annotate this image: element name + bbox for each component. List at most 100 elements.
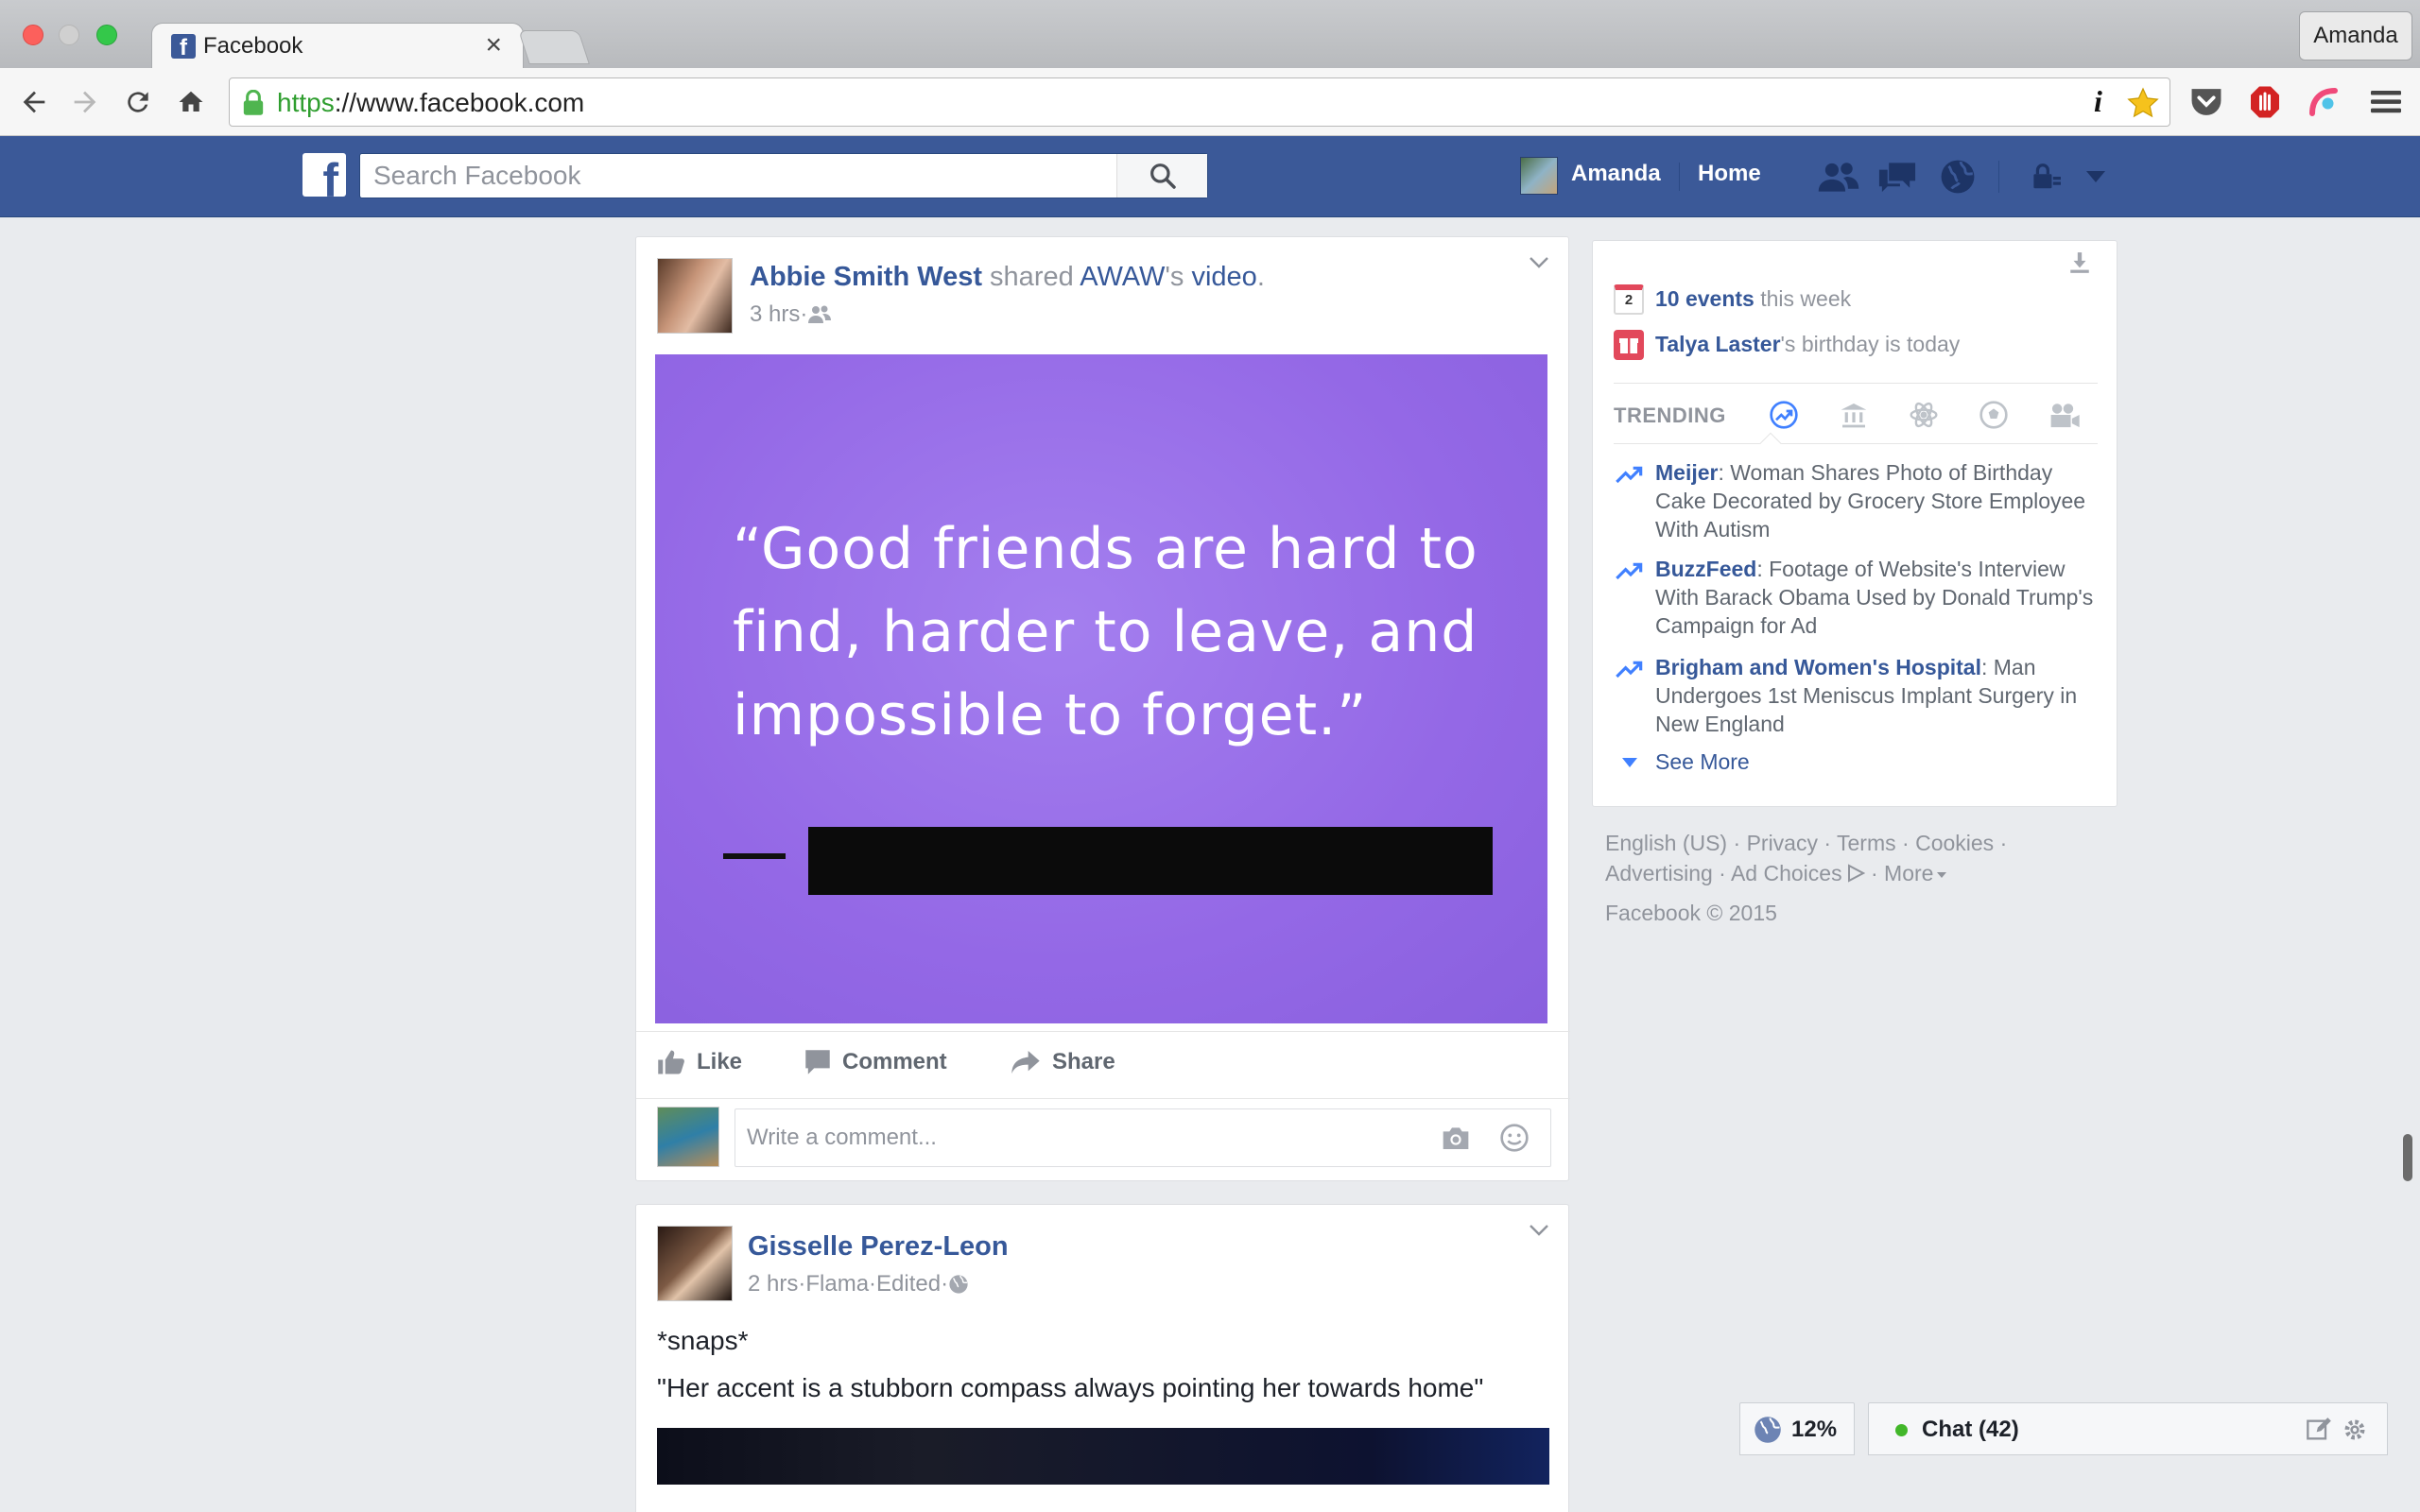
page-info-icon[interactable]: i (2094, 84, 2102, 119)
more-link[interactable]: More (1884, 861, 1933, 885)
new-message-icon[interactable] (2306, 1417, 2332, 1443)
user-avatar[interactable] (1520, 157, 1558, 195)
like-button[interactable]: Like (657, 1049, 742, 1075)
notifications-button[interactable] (1936, 155, 1979, 198)
nav-divider (1679, 163, 1680, 191)
post-actions-bar: Like Comment Share (636, 1031, 1570, 1099)
account-menu-button[interactable] (2074, 155, 2118, 198)
post-options-chevron-icon[interactable] (1529, 1224, 1549, 1237)
post-author-avatar[interactable] (657, 1226, 733, 1301)
facebook-logo[interactable]: f (302, 153, 346, 197)
trending-top-tab-icon[interactable] (1769, 400, 1799, 430)
extension-icon (2309, 88, 2338, 116)
browser-profile-button[interactable]: Amanda (2299, 11, 2412, 60)
page-scrollbar[interactable] (2403, 1134, 2412, 1181)
camera-icon[interactable] (1441, 1125, 1471, 1151)
back-button[interactable] (9, 68, 59, 136)
language-link[interactable]: English (US) (1605, 831, 1727, 855)
tab-title: Facebook (203, 33, 303, 59)
url-host: ://www.facebook.com (334, 88, 585, 117)
post-timestamp[interactable]: 3 hrs (750, 301, 800, 328)
search-box (359, 153, 1208, 198)
close-window-button[interactable] (23, 25, 43, 45)
right-sidebar-card: 2 10 events this week Talya Laster's bir… (1592, 240, 2118, 807)
shared-video-link[interactable]: video (1191, 262, 1256, 292)
post-text-line: *snaps* (657, 1326, 749, 1355)
footer-separator: · (1864, 861, 1885, 885)
birthday-name-link[interactable]: Talya Laster (1655, 332, 1781, 356)
browser-menu-button[interactable] (2361, 68, 2411, 136)
search-input[interactable] (373, 160, 1092, 192)
trending-item[interactable]: BuzzFeed: Footage of Website's Interview… (1655, 555, 2100, 640)
birthday-reminder[interactable]: Talya Laster's birthday is today (1655, 332, 1960, 357)
post-options-chevron-icon[interactable] (1529, 256, 1549, 269)
post-edited-label[interactable]: Edited (876, 1271, 941, 1297)
forward-button[interactable] (60, 68, 110, 136)
terms-link[interactable]: Terms (1837, 831, 1896, 855)
bookmark-star-icon[interactable] (2126, 86, 2160, 120)
events-count-link[interactable]: 10 events (1655, 286, 1754, 311)
messages-button[interactable] (1876, 155, 1919, 198)
chat-sidebar-button[interactable]: Chat (42) (1868, 1402, 2388, 1455)
video-thumbnail[interactable]: “Good friends are hard to find, harder t… (655, 354, 1547, 1023)
sports-tab-icon[interactable] (1979, 400, 2009, 430)
post-meta: 2 hrs · Flama · Edited · (748, 1271, 969, 1297)
post-author-link[interactable]: Gisselle Perez-Leon (748, 1231, 1009, 1263)
comment-input[interactable] (747, 1121, 1409, 1155)
loading-percent-button[interactable]: 12% (1739, 1402, 1855, 1455)
cookies-link[interactable]: Cookies (1915, 831, 1994, 855)
privacy-shortcuts-button[interactable] (2025, 155, 2068, 198)
nav-home-link[interactable]: Home (1698, 161, 1761, 187)
chat-label: Chat (42) (1922, 1417, 2019, 1442)
meta-separator: · (798, 1271, 806, 1297)
shared-page-link[interactable]: AWAW (1080, 262, 1165, 292)
calendar-icon: 2 (1614, 284, 1644, 315)
new-tab-button[interactable] (518, 30, 590, 64)
post-timestamp[interactable]: 2 hrs (748, 1271, 798, 1297)
trending-source[interactable]: BuzzFeed (1655, 557, 1756, 581)
minimize-window-button[interactable] (59, 25, 79, 45)
reload-icon (128, 92, 148, 112)
post-author-link[interactable]: Abbie Smith West (750, 262, 982, 292)
hamburger-menu-icon (2371, 91, 2401, 113)
colorful-extension-button[interactable] (2299, 68, 2348, 136)
ad-choices-link[interactable]: Ad Choices (1731, 861, 1842, 885)
trending-arrow-icon (1616, 560, 1646, 581)
public-globe-icon[interactable] (948, 1274, 969, 1295)
home-icon (179, 91, 203, 112)
reload-button[interactable] (113, 68, 163, 136)
nav-profile-link[interactable]: Amanda (1571, 161, 1661, 187)
trending-source[interactable]: Meijer (1655, 460, 1718, 485)
privacy-link[interactable]: Privacy (1747, 831, 1818, 855)
advertising-link[interactable]: Advertising (1605, 861, 1713, 885)
download-icon[interactable] (2067, 250, 2092, 275)
search-button[interactable] (1116, 154, 1207, 198)
see-more-link[interactable]: See More (1655, 749, 1750, 775)
share-label: Share (1052, 1049, 1115, 1074)
comment-button[interactable]: Comment (804, 1049, 947, 1075)
post-photo[interactable] (657, 1428, 1549, 1485)
science-tab-icon[interactable] (1909, 400, 1939, 430)
chat-settings-gear-icon[interactable] (2342, 1417, 2368, 1443)
pocket-extension-button[interactable] (2182, 68, 2231, 136)
politics-tab-icon[interactable] (1839, 400, 1869, 430)
adblock-extension-button[interactable] (2240, 68, 2290, 136)
post-author-avatar[interactable] (657, 258, 733, 334)
share-button[interactable]: Share (1011, 1049, 1115, 1075)
trending-item[interactable]: Brigham and Women's Hospital: Man Underg… (1655, 653, 2100, 738)
gift-icon (1614, 330, 1644, 360)
post-location-link[interactable]: Flama (805, 1271, 869, 1297)
trending-source[interactable]: Brigham and Women's Hospital (1655, 655, 1981, 679)
tab-close-icon[interactable]: × (485, 29, 502, 61)
home-button[interactable] (166, 68, 216, 136)
browser-tab[interactable]: f Facebook × (151, 23, 524, 68)
zoom-window-button[interactable] (96, 25, 117, 45)
friends-audience-icon[interactable] (807, 304, 832, 325)
stop-hand-icon (2251, 86, 2279, 118)
address-bar[interactable]: https://www.facebook.com i (229, 77, 2170, 127)
trending-item[interactable]: Meijer: Woman Shares Photo of Birthday C… (1655, 458, 2100, 543)
emoji-icon[interactable] (1499, 1123, 1530, 1153)
events-reminder[interactable]: 10 events this week (1655, 286, 1851, 312)
entertainment-tab-icon[interactable] (2048, 400, 2081, 430)
friend-requests-button[interactable] (1817, 155, 1860, 198)
